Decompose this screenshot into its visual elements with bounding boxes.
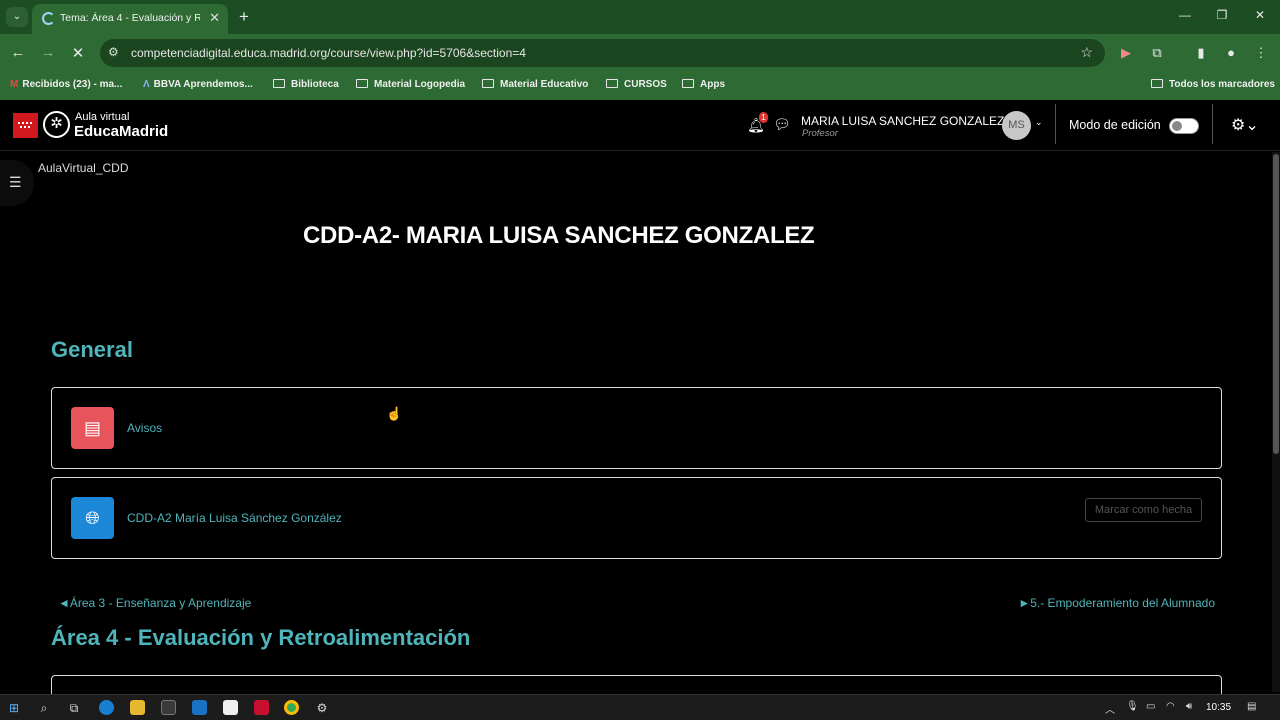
file-explorer-icon[interactable] (130, 700, 145, 715)
educamadrid-logo-icon[interactable]: ✲ (43, 111, 70, 138)
stop-loading-icon[interactable]: ✕ (68, 44, 88, 62)
browser-toolbar: ← → ✕ ⚙ competenciadigital.educa.madrid.… (0, 34, 1280, 72)
minimize-icon[interactable]: — (1175, 8, 1195, 22)
gmail-icon: M (10, 79, 19, 90)
user-role: Profesor (802, 128, 838, 139)
forward-icon[interactable]: → (38, 44, 58, 61)
gear-icon[interactable]: ⚙⌄ (1231, 115, 1259, 135)
folder-icon (356, 79, 368, 88)
new-tab-button[interactable]: + (234, 7, 254, 27)
next-section-link[interactable]: ►5.- Empoderamiento del Alumnado (1018, 596, 1215, 610)
bookmark-star-icon[interactable]: ☆ (1080, 44, 1093, 61)
bookmark-folder-cursos[interactable]: CURSOS (606, 79, 667, 90)
folder-icon (273, 79, 285, 88)
microphone-icon[interactable]: 🎙︎ (1126, 701, 1139, 712)
search-icon[interactable]: ⌕ (35, 699, 53, 717)
edit-mode-toggle[interactable] (1169, 118, 1199, 134)
bookmark-gmail[interactable]: M Recibidos (23) - ma... (10, 79, 122, 90)
divider (1212, 104, 1213, 144)
loading-spinner-icon (42, 12, 55, 25)
activity-card-url: 🌐︎ CDD-A2 María Luisa Sánchez González M… (51, 477, 1222, 559)
chrome-icon[interactable] (284, 700, 299, 715)
logo-subtitle: Aula virtual (75, 111, 130, 123)
breadcrumb[interactable]: AulaVirtual_CDD (38, 161, 129, 175)
page-title: CDD-A2- MARIA LUISA SANCHEZ GONZALEZ (303, 222, 815, 249)
chrome-menu-icon[interactable]: ⋮ (1253, 45, 1269, 61)
bookmark-folder-biblioteca[interactable]: Biblioteca (273, 79, 339, 90)
tab-close-icon[interactable]: ✕ (209, 10, 220, 26)
tab-title: Tema: Área 4 - Evaluación y Re (60, 12, 200, 24)
acrobat-icon[interactable] (254, 700, 269, 715)
clock-time[interactable]: 10:35 (1206, 702, 1231, 713)
folder-icon (1151, 79, 1163, 88)
page-scrollbar[interactable] (1272, 152, 1280, 692)
comunidad-madrid-logo[interactable] (13, 113, 38, 138)
volume-icon[interactable]: 🔊︎ (1186, 701, 1192, 712)
maximize-icon[interactable]: ❐ (1212, 8, 1232, 22)
window-close-icon[interactable]: ✕ (1250, 8, 1270, 22)
globe-icon: 🌐︎ (71, 497, 114, 539)
browser-tab-strip: ⌄ Tema: Área 4 - Evaluación y Re ✕ + — ❐… (0, 0, 1280, 34)
avatar[interactable]: MS (1002, 111, 1031, 140)
bookmark-folder-educativo[interactable]: Material Educativo (482, 79, 588, 90)
folder-icon (482, 79, 494, 88)
chevron-down-icon[interactable]: ⌄ (1035, 117, 1043, 128)
list-icon: ☰ (9, 174, 22, 190)
windows-start-icon[interactable]: ⊞ (5, 699, 23, 717)
mouse-cursor-icon: ☝ (386, 406, 403, 421)
scrollbar-thumb[interactable] (1273, 154, 1279, 454)
settings-icon[interactable]: ⚙ (313, 699, 331, 717)
wifi-icon[interactable]: ◠ (1166, 701, 1175, 712)
bookmark-folder-apps[interactable]: Apps (682, 79, 725, 90)
logo-title[interactable]: EducaMadrid (74, 123, 168, 140)
activity-card-avisos: ▤ Avisos (51, 387, 1222, 469)
url-text[interactable]: competenciadigital.educa.madrid.org/cour… (131, 46, 526, 60)
address-bar[interactable]: ⚙ competenciadigital.educa.madrid.org/co… (100, 39, 1105, 67)
user-name[interactable]: MARIA LUISA SANCHEZ GONZALEZ (801, 114, 1004, 128)
windows-taskbar: ⊞ ⌕ ⧉ ⚙ ︿ 🎙︎ ▭ ◠ 🔊︎ 10:35 ▤ (0, 694, 1280, 720)
mark-done-button[interactable]: Marcar como hecha (1085, 498, 1202, 522)
bookmarks-bar: M Recibidos (23) - ma... Λ BBVA Aprendemos… (0, 72, 1280, 100)
toggle-knob (1172, 121, 1182, 131)
site-info-icon[interactable]: ⚙ (108, 45, 119, 59)
tab-search-button[interactable]: ⌄ (6, 7, 28, 27)
section-title-general[interactable]: General (51, 337, 133, 363)
notification-count-badge: 1 (759, 112, 768, 123)
mail-icon[interactable] (192, 700, 207, 715)
edge-icon[interactable] (99, 700, 114, 715)
forum-icon: ▤ (71, 407, 114, 449)
course-index-drawer-button[interactable]: ☰ (0, 160, 34, 206)
divider (1055, 104, 1056, 144)
previous-section-link[interactable]: ◄Área 3 - Enseñanza y Aprendizaje (58, 596, 251, 610)
store-icon[interactable] (161, 700, 176, 715)
activity-link-avisos[interactable]: Avisos (127, 421, 162, 435)
messages-chat-icon[interactable]: 💬︎ (773, 116, 791, 133)
all-bookmarks-folder[interactable]: Todos los marcadores (1151, 79, 1275, 90)
bbva-icon: Λ (143, 79, 150, 90)
site-navbar: ✲ Aula virtual EducaMadrid 🔔︎ 1 💬︎ MARIA… (0, 100, 1280, 151)
side-panel-icon[interactable]: ▮ (1193, 45, 1209, 61)
extensions-puzzle-icon[interactable]: ⧉ (1149, 45, 1165, 61)
activity-link-url[interactable]: CDD-A2 María Luisa Sánchez González (127, 511, 342, 525)
tray-chevron-icon[interactable]: ︿ (1105, 701, 1115, 716)
bookmark-folder-logopedia[interactable]: Material Logopedia (356, 79, 465, 90)
task-view-icon[interactable]: ⧉ (65, 699, 83, 717)
notifications-center-icon[interactable]: ▤ (1247, 701, 1256, 712)
section-title-area4[interactable]: Área 4 - Evaluación y Retroalimentación (51, 625, 470, 651)
battery-icon[interactable]: ▭ (1146, 701, 1155, 712)
extension-icon[interactable]: ▶ (1118, 45, 1134, 61)
back-icon[interactable]: ← (8, 44, 28, 61)
profile-avatar-icon[interactable]: ● (1223, 45, 1239, 61)
browser-tab[interactable]: Tema: Área 4 - Evaluación y Re ✕ (32, 4, 228, 34)
bookmark-bbva[interactable]: Λ BBVA Aprendemos... (143, 79, 253, 90)
folder-icon (606, 79, 618, 88)
amazon-icon[interactable] (223, 700, 238, 715)
edit-mode-label: Modo de edición (1069, 118, 1161, 132)
folder-icon (682, 79, 694, 88)
